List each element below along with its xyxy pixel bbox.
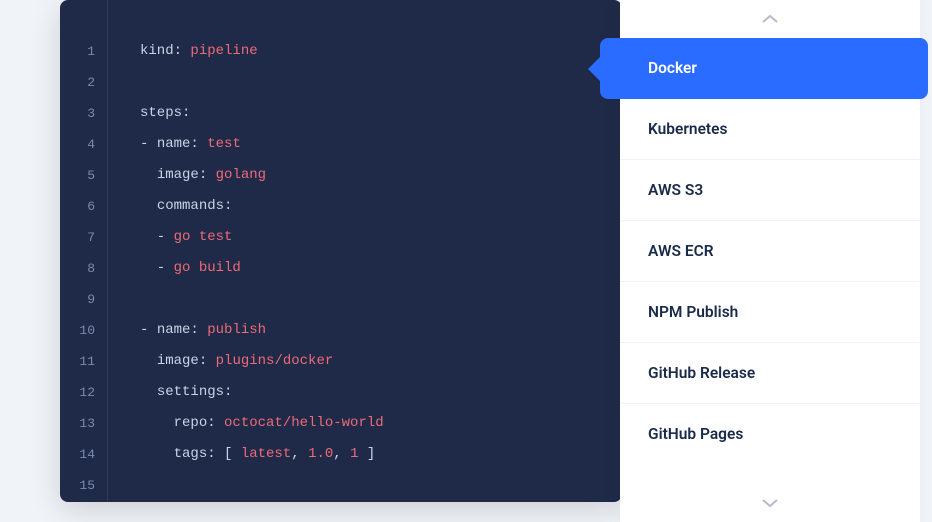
- code-line: kind: pipeline: [140, 36, 622, 67]
- code-line: [140, 284, 622, 315]
- token-dash: -: [140, 136, 157, 152]
- code-content[interactable]: kind: pipelinesteps:- name: test image: …: [108, 0, 622, 502]
- sidebar-item-docker[interactable]: Docker: [600, 38, 928, 99]
- code-line: - go build: [140, 253, 622, 284]
- token-val: pipeline: [190, 43, 257, 59]
- token-dash: [140, 353, 157, 369]
- line-number: 8: [60, 253, 107, 284]
- sidebar-item-aws-s3[interactable]: AWS S3: [620, 160, 920, 221]
- token-key: steps: [140, 105, 182, 121]
- code-line: - name: test: [140, 129, 622, 160]
- line-number: 13: [60, 408, 107, 439]
- code-line: - name: publish: [140, 315, 622, 346]
- token-key: image: [157, 353, 199, 369]
- scroll-up-button[interactable]: [620, 0, 920, 38]
- token-punct: :: [199, 167, 216, 183]
- code-line: tags: [ latest, 1.0, 1 ]: [140, 439, 622, 470]
- line-number: 3: [60, 98, 107, 129]
- line-number: 14: [60, 439, 107, 470]
- token-val: publish: [207, 322, 266, 338]
- token-key: kind: [140, 43, 174, 59]
- token-punct: :: [190, 322, 207, 338]
- token-val: 1: [350, 446, 358, 462]
- sidebar-item-kubernetes[interactable]: Kubernetes: [620, 99, 920, 160]
- sidebar-item-label: GitHub Pages: [648, 425, 743, 443]
- chevron-down-icon: [761, 498, 779, 508]
- token-dash: [140, 384, 157, 400]
- sidebar-item-label: AWS ECR: [648, 242, 714, 260]
- code-line: image: golang: [140, 160, 622, 191]
- token-punct: ]: [359, 446, 376, 462]
- sidebar-item-label: Docker: [648, 59, 697, 77]
- scroll-down-button[interactable]: [620, 484, 920, 522]
- line-number-gutter: 123456789101112131415: [60, 0, 108, 502]
- sidebar-item-aws-ecr[interactable]: AWS ECR: [620, 221, 920, 282]
- code-line: image: plugins/docker: [140, 346, 622, 377]
- sidebar-item-label: Kubernetes: [648, 120, 727, 138]
- line-number: 5: [60, 160, 107, 191]
- token-punct: :: [207, 415, 224, 431]
- token-dash: [140, 446, 174, 462]
- token-val: test: [207, 136, 241, 152]
- token-key: image: [157, 167, 199, 183]
- code-line: [140, 470, 622, 501]
- token-key: repo: [174, 415, 208, 431]
- token-punct: :: [182, 105, 190, 121]
- line-number: 9: [60, 284, 107, 315]
- line-number: 2: [60, 67, 107, 98]
- line-number: 10: [60, 315, 107, 346]
- token-val: plugins/docker: [216, 353, 334, 369]
- code-line: settings:: [140, 377, 622, 408]
- code-line: commands:: [140, 191, 622, 222]
- token-punct: ,: [291, 446, 308, 462]
- token-dash: [140, 415, 174, 431]
- code-line: [140, 67, 622, 98]
- line-number: 7: [60, 222, 107, 253]
- token-punct: ,: [333, 446, 350, 462]
- code-editor: 123456789101112131415 kind: pipelinestep…: [60, 0, 622, 502]
- token-val: go test: [174, 229, 233, 245]
- code-line: - go test: [140, 222, 622, 253]
- token-punct: : [: [207, 446, 241, 462]
- line-number: 15: [60, 470, 107, 501]
- token-key: tags: [174, 446, 208, 462]
- token-key: commands: [157, 198, 224, 214]
- plugin-menu: Docker Kubernetes AWS S3 AWS ECR NPM Publish…: [620, 38, 920, 484]
- token-dash: -: [140, 322, 157, 338]
- line-number: 11: [60, 346, 107, 377]
- line-number: 1: [60, 36, 107, 67]
- token-punct: :: [199, 353, 216, 369]
- token-val: golang: [216, 167, 266, 183]
- token-dash: [140, 198, 157, 214]
- code-line: steps:: [140, 98, 622, 129]
- token-punct: :: [190, 136, 207, 152]
- line-number: 6: [60, 191, 107, 222]
- sidebar-item-label: NPM Publish: [648, 303, 738, 321]
- line-number: 4: [60, 129, 107, 160]
- chevron-up-icon: [761, 14, 779, 24]
- sidebar-item-label: GitHub Release: [648, 364, 755, 382]
- code-line: repo: octocat/hello-world: [140, 408, 622, 439]
- token-punct: :: [174, 43, 191, 59]
- sidebar-item-npm-publish[interactable]: NPM Publish: [620, 282, 920, 343]
- token-val: 1.0: [308, 446, 333, 462]
- sidebar-item-label: AWS S3: [648, 181, 703, 199]
- token-dash: -: [140, 260, 174, 276]
- token-dash: -: [140, 229, 174, 245]
- token-key: name: [157, 322, 191, 338]
- line-number: 12: [60, 377, 107, 408]
- token-dash: [140, 167, 157, 183]
- token-val: octocat/hello-world: [224, 415, 384, 431]
- token-val: go build: [174, 260, 241, 276]
- sidebar-item-github-pages[interactable]: GitHub Pages: [620, 404, 920, 465]
- token-key: name: [157, 136, 191, 152]
- plugin-sidebar: Docker Kubernetes AWS S3 AWS ECR NPM Publish…: [620, 0, 920, 522]
- sidebar-item-github-release[interactable]: GitHub Release: [620, 343, 920, 404]
- token-key: settings: [157, 384, 224, 400]
- token-punct: :: [224, 198, 232, 214]
- token-punct: :: [224, 384, 232, 400]
- token-val: latest: [241, 446, 291, 462]
